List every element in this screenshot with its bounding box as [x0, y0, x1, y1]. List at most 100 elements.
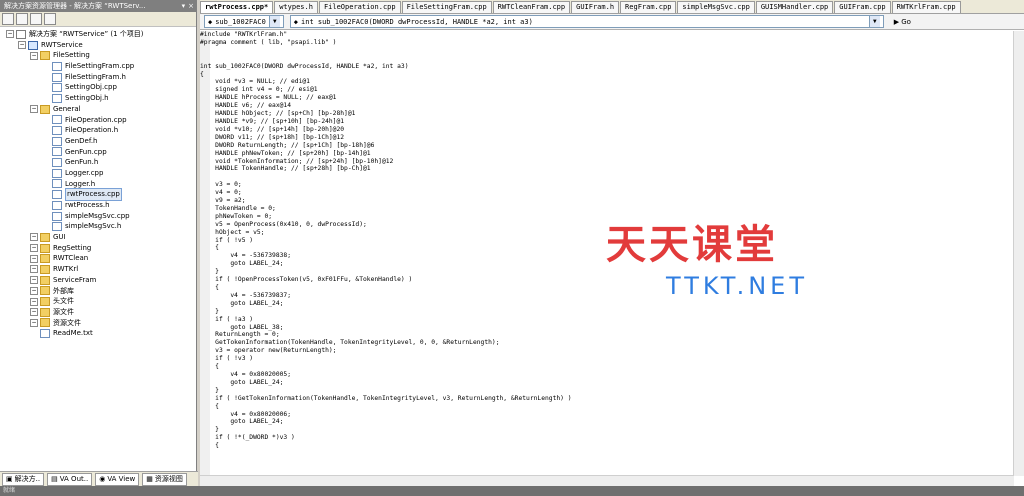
editor-tab[interactable]: FileSettingFram.cpp [401, 1, 492, 13]
tree-item-label: 解决方案 “RWTService” (1 个项目) [29, 30, 144, 38]
tree-item[interactable]: FileOperation.cpp [0, 115, 196, 126]
tree-item[interactable]: ReadMe.txt [0, 328, 196, 339]
tree-item[interactable]: FileSettingFram.cpp [0, 61, 196, 72]
tab-resource-view[interactable]: ▦ 资源视图 [142, 472, 187, 486]
tree-item[interactable]: − 解决方案 “RWTService” (1 个项目) [0, 29, 196, 40]
folder-icon [40, 254, 50, 264]
tree-expander-icon[interactable]: − [30, 51, 38, 60]
tree-expander-icon[interactable]: − [30, 233, 38, 242]
tree-item[interactable]: − 头文件 [0, 296, 196, 307]
file-icon [52, 115, 62, 125]
tree-item[interactable]: GenDef.h [0, 136, 196, 147]
tree-item[interactable]: − FileSetting [0, 50, 196, 61]
chevron-down-icon[interactable]: ▼ [868, 16, 880, 27]
tree-expander-icon[interactable]: − [30, 244, 38, 253]
folder-icon [40, 307, 50, 317]
editor-tab[interactable]: RWTKrlFram.cpp [891, 1, 961, 13]
file-icon [52, 168, 62, 178]
file-icon [52, 72, 62, 82]
editor-tab[interactable]: rwtProcess.cpp* [200, 1, 274, 13]
tree-item[interactable]: − RWTKrl [0, 264, 196, 275]
tree-item[interactable]: − 资源文件 [0, 318, 196, 329]
chevron-down-icon[interactable]: ▼ [268, 16, 280, 27]
view-code-icon[interactable] [44, 13, 56, 25]
folder-icon [40, 264, 50, 274]
file-icon [52, 83, 62, 93]
refresh-icon[interactable] [30, 13, 42, 25]
left-panel-bottom-tabs: ▣ 解决方.. ▤ VA Out.. ◉ VA View ▦ 资源视图 [0, 471, 198, 486]
file-icon [52, 222, 62, 232]
tree-item-label: ReadMe.txt [53, 329, 93, 338]
tree-expander-icon[interactable]: − [30, 254, 38, 263]
editor-tab[interactable]: RegFram.cpp [620, 1, 677, 13]
tree-item[interactable]: − 源文件 [0, 307, 196, 318]
tree-item[interactable]: − GUI [0, 232, 196, 243]
tree-item-label: FileSettingFram.h [65, 72, 126, 81]
tab-solution-explorer[interactable]: ▣ 解决方.. [2, 472, 45, 486]
tree-item[interactable]: rwtProcess.h [0, 200, 196, 211]
tree-item[interactable]: GenFun.cpp [0, 147, 196, 158]
tree-item-label: SettingObj.cpp [65, 83, 117, 92]
tree-expander-icon[interactable]: − [30, 276, 38, 285]
member-combo[interactable]: ◆ int sub_1002FAC0(DWORD dwProcessId, HA… [289, 15, 884, 28]
tree-expander-icon[interactable]: − [30, 265, 38, 274]
tree-expander-icon[interactable]: − [6, 30, 14, 39]
editor-tab[interactable]: wtypes.h [274, 1, 318, 13]
tree-item-label: General [53, 104, 81, 113]
tree-item[interactable]: FileOperation.h [0, 125, 196, 136]
va-view-icon: ◉ [99, 474, 106, 483]
tree-item[interactable]: − RWTClean [0, 253, 196, 264]
tree-item-label: GenFun.h [65, 158, 99, 167]
tree-item[interactable]: − RWTService [0, 40, 196, 51]
folder-icon [40, 243, 50, 253]
tab-va-view[interactable]: ◉ VA View [95, 472, 140, 486]
folder-icon [40, 318, 50, 328]
tree-item[interactable]: SettingObj.h [0, 93, 196, 104]
tree-item[interactable]: FileSettingFram.h [0, 72, 196, 83]
tree-item[interactable]: − ServiceFram [0, 275, 196, 286]
tree-item[interactable]: Logger.cpp [0, 168, 196, 179]
close-icon[interactable]: × [188, 0, 194, 12]
tree-item[interactable]: GenFun.h [0, 157, 196, 168]
scope-combo[interactable]: ◆ sub_1002FAC0 ▼ [204, 15, 284, 28]
tree-item[interactable]: − 外部库 [0, 286, 196, 297]
editor-tab[interactable]: GUIFram.cpp [834, 1, 891, 13]
tree-item[interactable]: − General [0, 104, 196, 115]
show-all-files-icon[interactable] [16, 13, 28, 25]
pin-icon[interactable]: ▾ [182, 0, 186, 12]
file-icon [52, 179, 62, 189]
editor-tab[interactable]: FileOperation.cpp [318, 1, 401, 13]
tree-expander-icon[interactable]: − [30, 105, 38, 114]
tree-item-label: FileOperation.h [65, 126, 119, 135]
tree-expander-icon[interactable]: − [30, 286, 38, 295]
tree-item[interactable]: − RegSetting [0, 243, 196, 254]
editor-tab[interactable]: GUISMHandler.cpp [755, 1, 834, 13]
solution-explorer-panel: 解决方案资源管理器 - 解决方案 “RWTServ... ▾ × − 解决方案 “… [0, 0, 198, 486]
editor-tab[interactable]: GUIFram.h [571, 1, 620, 13]
tree-item-label: simpleMsgSvc.h [65, 222, 122, 231]
editor-tab[interactable]: simpleMsgSvc.cpp [677, 1, 755, 13]
tree-expander-icon[interactable]: − [18, 41, 26, 50]
folder-icon [40, 104, 50, 114]
tree-item-label: FileSetting [53, 51, 90, 60]
folder-icon [40, 297, 50, 307]
code-editor[interactable]: #include "RWTKrlFram.h" #pragma comment … [200, 31, 1014, 476]
tree-item[interactable]: simpleMsgSvc.cpp [0, 211, 196, 222]
tree-expander-icon[interactable]: − [30, 318, 38, 327]
tree-item[interactable]: simpleMsgSvc.h [0, 221, 196, 232]
tree-expander-icon[interactable]: − [30, 308, 38, 317]
editor-tab[interactable]: RWTCleanFram.cpp [492, 1, 571, 13]
tree-item[interactable]: SettingObj.cpp [0, 82, 196, 93]
editor-vertical-scrollbar[interactable] [1013, 31, 1024, 476]
go-button[interactable]: ▶ Go [894, 18, 911, 26]
folder-icon [40, 51, 50, 61]
properties-icon[interactable] [2, 13, 14, 25]
solution-explorer-title: 解决方案资源管理器 - 解决方案 “RWTServ... [4, 2, 146, 10]
editor-horizontal-scrollbar[interactable] [200, 475, 1014, 486]
status-bar: 就绪 [0, 486, 1024, 496]
tree-item-label: GenDef.h [65, 136, 98, 145]
folder-icon [40, 232, 50, 242]
tab-va-outline[interactable]: ▤ VA Out.. [47, 472, 93, 486]
tree-item[interactable]: rwtProcess.cpp [0, 188, 196, 202]
tree-expander-icon[interactable]: − [30, 297, 38, 306]
